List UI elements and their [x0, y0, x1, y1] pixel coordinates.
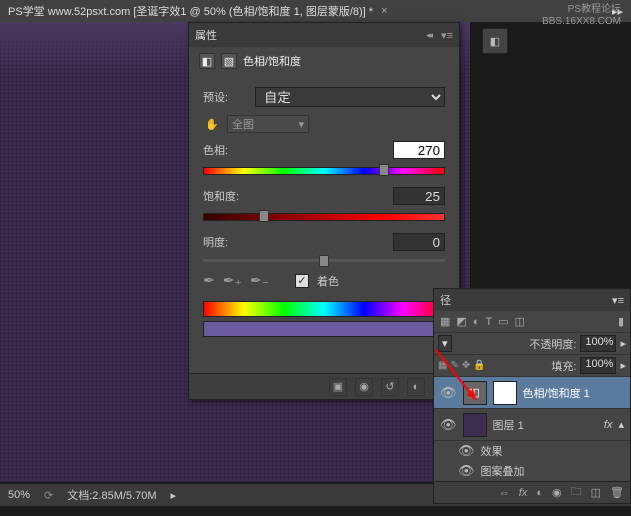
filter-smart-icon[interactable]: ◫	[515, 315, 525, 328]
mask-mode-icon[interactable]: ▧	[221, 53, 237, 69]
properties-header[interactable]: 属性 ◂◂ ▾≡	[189, 23, 459, 47]
document-title: PS学堂 www.52psxt.com [圣诞字效1 @ 50% (色相/饱和度…	[8, 3, 373, 19]
zoom-level[interactable]: 50%	[8, 489, 30, 501]
layer-row-hue-sat[interactable]: 👁 ◧ 色相/饱和度 1	[434, 377, 630, 409]
input-spectrum	[203, 301, 445, 317]
effects-row[interactable]: 👁 效果	[434, 441, 630, 461]
fill-scrub-icon[interactable]: ▸	[620, 359, 626, 372]
preset-select[interactable]: 自定	[255, 87, 445, 107]
layers-panel: 径 ▾≡ ▦ ◩ ◐ T ▭ ◫ ▮ ▾ 不透明度: 100% ▸ ▦ ✎ ✥ …	[433, 288, 631, 504]
opacity-input[interactable]: 100%	[580, 335, 616, 352]
link-layers-icon[interactable]: ⇔	[499, 487, 510, 499]
fx-badge[interactable]: fx	[604, 419, 613, 431]
rotate-icon[interactable]: ⟳	[44, 489, 53, 502]
delete-layer-icon[interactable]: 🗑	[610, 486, 624, 499]
visibility-icon[interactable]: 👁	[440, 417, 457, 433]
layer-row-layer1[interactable]: 👁 图层 1 fx ▴	[434, 409, 630, 441]
layer-mask-thumb[interactable]	[493, 381, 517, 405]
hue-label: 色相:	[203, 142, 249, 158]
eyedropper-icon[interactable]: ✒	[203, 272, 215, 289]
visibility-icon[interactable]: 👁	[458, 443, 475, 459]
watermark: PS教程论坛 BBS.16XX8.COM	[542, 4, 621, 28]
lock-all-icon[interactable]: 🔒	[473, 360, 485, 371]
lock-position-icon[interactable]: ✥	[462, 360, 470, 371]
lightness-label: 明度:	[203, 234, 249, 250]
saturation-label: 饱和度:	[203, 188, 249, 204]
hue-slider[interactable]	[203, 167, 445, 175]
saturation-input[interactable]	[393, 187, 445, 205]
fill-label: 填充:	[551, 358, 576, 374]
eyedropper-add-icon[interactable]: ✒₊	[223, 272, 242, 289]
view-previous-icon[interactable]: ◉	[355, 378, 373, 396]
opacity-label: 不透明度:	[529, 336, 576, 352]
adjustment-type-icon: ◧	[199, 53, 215, 69]
document-tab[interactable]: PS学堂 www.52psxt.com [圣诞字效1 @ 50% (色相/饱和度…	[0, 0, 631, 22]
layers-tab-header[interactable]: 径 ▾≡	[434, 289, 630, 311]
clip-to-layer-icon[interactable]: ▣	[329, 378, 347, 396]
output-spectrum	[203, 321, 445, 337]
layer-filter-row: ▦ ◩ ◐ T ▭ ◫ ▮	[434, 311, 630, 333]
panel-menu-icon[interactable]: ▾≡	[441, 29, 453, 42]
layer-fx-icon[interactable]: fx	[519, 487, 528, 499]
lock-pixels-icon[interactable]: ✎	[450, 360, 458, 371]
layer-name[interactable]: 图层 1	[493, 417, 524, 433]
targeted-adjust-icon[interactable]: ✋	[203, 115, 221, 133]
new-adjustment-icon[interactable]: ◉	[552, 486, 562, 499]
layer-name[interactable]: 色相/饱和度 1	[523, 385, 590, 401]
effect-name: 图案叠加	[481, 463, 525, 479]
colorize-label: 着色	[317, 273, 339, 289]
color-range-select[interactable]: 全图▾	[227, 115, 309, 133]
close-icon[interactable]: ×	[381, 5, 387, 17]
add-mask-icon[interactable]: ◐	[536, 487, 543, 499]
colorize-checkbox[interactable]: ✓	[295, 274, 309, 288]
status-arrow-icon[interactable]: ▸	[171, 489, 177, 502]
reset-icon[interactable]: ↺	[381, 378, 399, 396]
new-group-icon[interactable]: 🗀	[571, 483, 582, 502]
effect-pattern-overlay[interactable]: 👁 图案叠加	[434, 461, 630, 481]
blend-mode-select[interactable]: ▾	[438, 335, 452, 352]
doc-size: 文档:2.85M/5.70M	[67, 487, 156, 503]
filter-toggle-icon[interactable]: ▮	[618, 315, 624, 328]
new-layer-icon[interactable]: ◫	[591, 486, 601, 499]
adjustment-thumb-icon: ◧	[463, 381, 487, 405]
lock-transparent-icon[interactable]: ▦	[438, 360, 447, 371]
properties-tab-label[interactable]: 属性	[195, 27, 217, 43]
filter-adjust-icon[interactable]: ◐	[473, 316, 480, 328]
fill-input[interactable]: 100%	[580, 357, 616, 374]
effects-label: 效果	[481, 443, 503, 459]
collapsed-dock: ◧	[481, 28, 509, 54]
saturation-slider[interactable]	[203, 213, 445, 221]
adjustment-title: 色相/饱和度	[243, 53, 301, 69]
paths-tab-label[interactable]: 径	[440, 292, 451, 308]
layer-thumb[interactable]	[463, 413, 487, 437]
filter-shape-icon[interactable]: ▭	[498, 315, 508, 328]
dock-panel-icon[interactable]: ◧	[482, 28, 508, 54]
lightness-slider[interactable]	[203, 259, 445, 262]
filter-kind-icon[interactable]: ▦	[440, 315, 450, 328]
layers-menu-icon[interactable]: ▾≡	[612, 294, 624, 307]
visibility-icon[interactable]: 👁	[440, 385, 457, 401]
visibility-icon[interactable]: 👁	[458, 463, 475, 479]
lightness-input[interactable]	[393, 233, 445, 251]
panel-collapse-icon[interactable]: ◂◂	[426, 30, 431, 41]
fx-expand-icon[interactable]: ▴	[618, 418, 624, 431]
filter-type-icon[interactable]: T	[485, 316, 492, 328]
toggle-visibility-icon[interactable]: ◐	[407, 378, 425, 396]
properties-panel: 属性 ◂◂ ▾≡ ◧ ▧ 色相/饱和度 预设: 自定 ✋ 全图▾ 色相: 饱和度…	[188, 22, 460, 400]
hue-input[interactable]	[393, 141, 445, 159]
eyedropper-subtract-icon[interactable]: ✒₋	[250, 272, 269, 289]
filter-pixel-icon[interactable]: ◩	[456, 315, 466, 328]
lock-controls[interactable]: ▦ ✎ ✥ 🔒	[438, 360, 486, 371]
opacity-scrub-icon[interactable]: ▸	[620, 337, 626, 350]
preset-label: 预设:	[203, 89, 249, 105]
